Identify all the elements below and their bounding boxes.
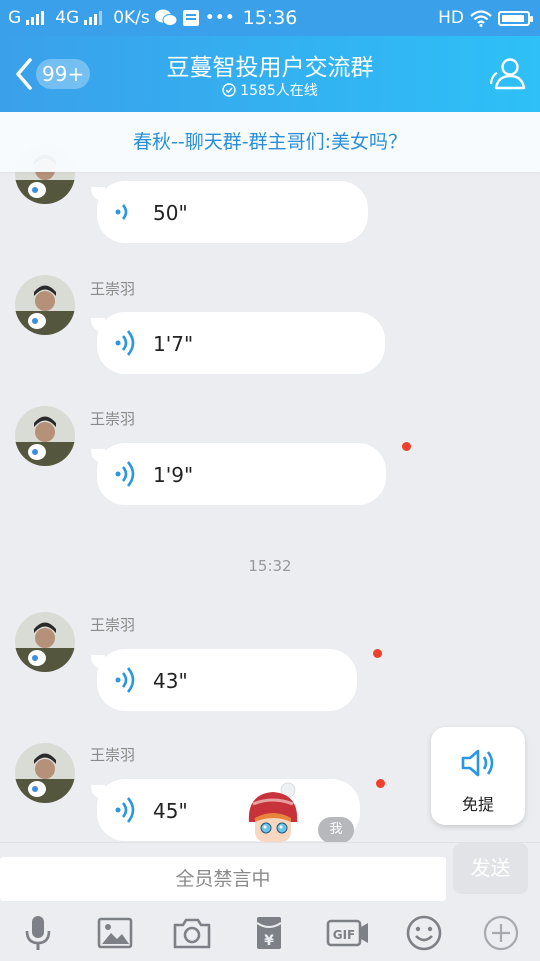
voice-duration: 50" (153, 201, 188, 225)
sender-avatar[interactable] (15, 275, 75, 335)
input-toolbar: ¥ GIF (0, 905, 540, 961)
svg-text:GIF: GIF (333, 928, 356, 942)
wifi-icon (470, 9, 492, 27)
message-input[interactable]: 全员禁言中 (0, 857, 446, 901)
mic-icon[interactable] (18, 913, 58, 953)
voice-message[interactable]: 43" (91, 649, 357, 711)
gif-icon[interactable]: GIF (326, 913, 370, 953)
voice-wave-icon (115, 204, 128, 220)
online-check-icon (222, 83, 236, 97)
online-count-text: 1585人在线 (240, 83, 318, 99)
voice-message[interactable]: 1'9" (91, 443, 386, 505)
emoji-icon[interactable] (404, 913, 444, 953)
sender-avatar[interactable] (15, 612, 75, 672)
hd-label: HD (438, 8, 464, 28)
voice-message[interactable]: 1'7" (91, 312, 385, 374)
red-packet-icon[interactable]: ¥ (249, 913, 289, 953)
sender-name: 王崇羽 (90, 280, 136, 298)
unplayed-dot (373, 649, 382, 658)
sender-avatar[interactable] (15, 406, 75, 466)
camera-icon[interactable] (172, 913, 212, 953)
unplayed-dot (402, 442, 411, 451)
message-timestamp: 15:32 (248, 557, 292, 575)
voice-message[interactable]: 50" (91, 181, 368, 243)
status-bar: G 4G 0K/s ••• 15:36 HD (0, 0, 540, 36)
unplayed-dot (376, 779, 385, 788)
image-icon[interactable] (95, 913, 135, 953)
plus-icon[interactable] (481, 913, 521, 953)
voice-duration: 43" (153, 669, 188, 693)
voice-wave-icon (115, 461, 135, 487)
sender-name: 王崇羽 (90, 746, 136, 764)
sender-avatar[interactable] (15, 743, 75, 803)
input-bar: 全员禁言中 发送 ¥ GIF (0, 842, 540, 961)
chat-header: 99+ 豆蔓智投用户交流群 1585人在线 (0, 36, 540, 112)
speaker-mode-button[interactable]: 免提 (431, 727, 525, 825)
online-count: 1585人在线 (0, 80, 540, 100)
send-button[interactable]: 发送 (453, 843, 528, 894)
speaker-icon (461, 749, 494, 777)
voice-wave-icon (115, 330, 135, 356)
announcement-banner[interactable]: 春秋--聊天群-群主哥们:美女吗？ (0, 112, 540, 172)
voice-duration: 1'9" (153, 463, 194, 487)
cartoon-girl-sticker (248, 782, 298, 842)
voice-duration: 45" (153, 799, 188, 823)
speaker-label: 免提 (461, 795, 494, 814)
sender-name: 王崇羽 (90, 616, 136, 634)
battery-icon (498, 10, 533, 26)
me-badge: 我 (318, 817, 354, 842)
svg-text:¥: ¥ (264, 933, 274, 949)
voice-wave-icon (115, 797, 135, 823)
group-members-icon[interactable] (488, 54, 528, 94)
sender-name: 王崇羽 (90, 410, 136, 428)
voice-wave-icon (115, 667, 135, 693)
voice-duration: 1'7" (153, 332, 194, 356)
group-title: 豆蔓智投用户交流群 (166, 55, 374, 81)
